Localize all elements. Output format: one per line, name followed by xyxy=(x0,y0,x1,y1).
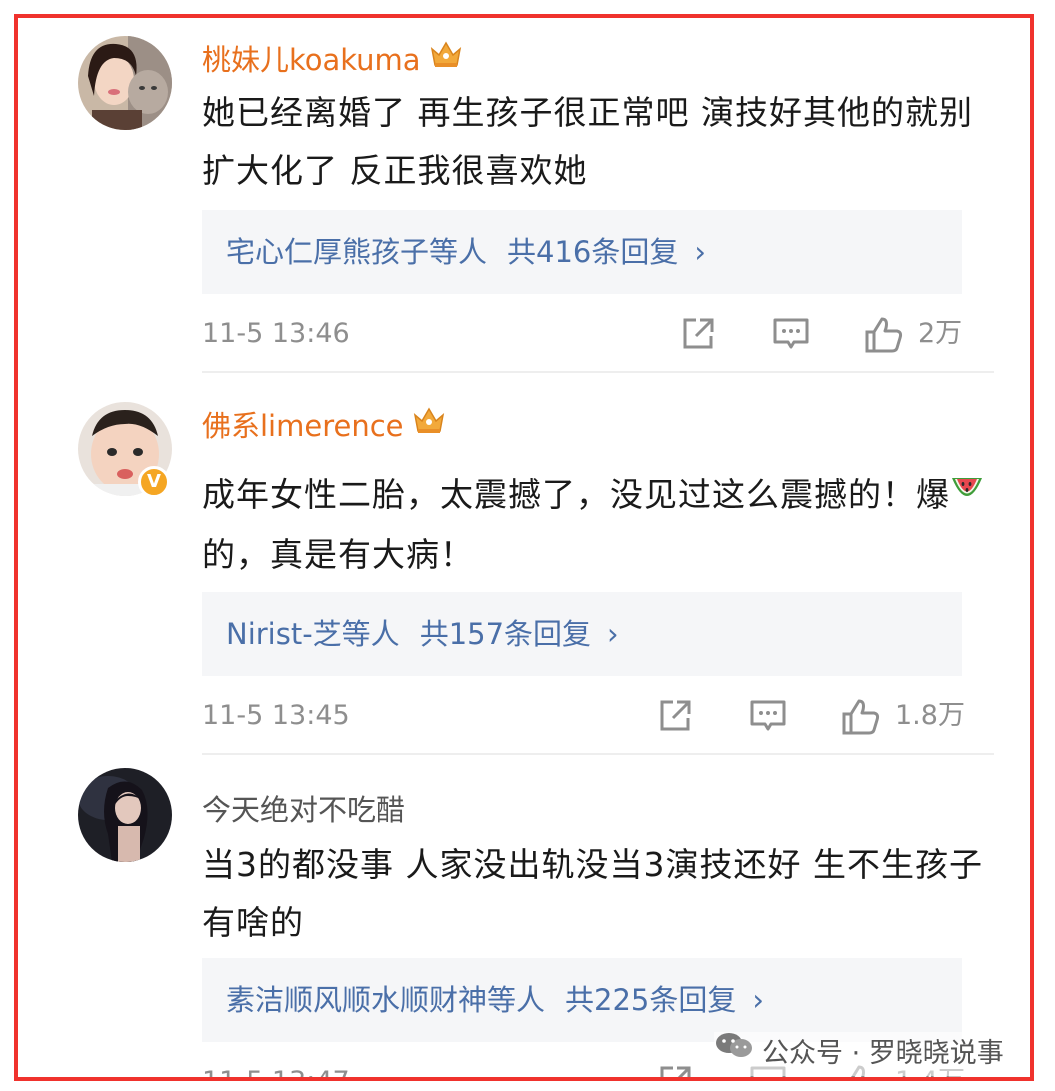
like-count: 2万 xyxy=(918,318,963,349)
username[interactable]: 桃妹儿koakuma xyxy=(202,40,463,82)
chevron-right-icon: › xyxy=(752,983,764,1017)
reply-count[interactable]: 共157条回复 xyxy=(420,617,591,651)
share-icon[interactable] xyxy=(657,698,693,738)
watermelon-icon xyxy=(950,464,984,522)
divider xyxy=(202,371,994,373)
crown-icon xyxy=(429,39,463,79)
watermark: 公众号 · 罗晓晓说事 xyxy=(714,1032,1008,1076)
like-count: 1.8万 xyxy=(895,700,965,731)
thumbs-up-icon[interactable] xyxy=(864,316,904,358)
reply-summary[interactable]: 素洁顺风顺水顺财神等人 共225条回复 › xyxy=(202,958,962,1042)
comment-meta: 11-5 13:46 2万 xyxy=(202,312,962,356)
reply-count[interactable]: 共225条回复 xyxy=(565,983,736,1017)
comment-text: 当3的都没事 人家没出轨没当3演技还好 生不生孩子有啥的 xyxy=(202,845,983,942)
timestamp: 11-5 13:45 xyxy=(202,700,350,731)
comment-icon[interactable] xyxy=(749,698,787,738)
avatar[interactable] xyxy=(78,768,172,862)
crown-icon xyxy=(412,405,446,445)
screenshot-frame: 桃妹儿koakuma 她已经离婚了 再生孩子很正常吧 演技好其他的就别扩大化了 … xyxy=(14,14,1034,1081)
wechat-icon xyxy=(714,1030,754,1074)
reply-users[interactable]: 素洁顺风顺水顺财神等人 xyxy=(226,983,545,1017)
comment-text-part: 的，真是有大病！ xyxy=(202,534,474,574)
reply-summary[interactable]: 宅心仁厚熊孩子等人 共416条回复 › xyxy=(202,210,962,294)
comment-text: 成年女性二胎，太震撼了，没见过这么震撼的！爆的，真是有大病！ xyxy=(202,466,992,584)
reply-count[interactable]: 共416条回复 xyxy=(507,235,678,269)
reply-users[interactable]: 宅心仁厚熊孩子等人 xyxy=(226,235,487,269)
avatar[interactable] xyxy=(78,36,172,130)
timestamp: 11-5 13:47 xyxy=(202,1060,350,1077)
divider xyxy=(202,753,994,755)
reply-users[interactable]: Nirist-芝等人 xyxy=(226,617,400,651)
comment-meta: 11-5 13:45 1.8万 xyxy=(202,694,965,740)
share-icon[interactable] xyxy=(680,316,716,356)
timestamp: 11-5 13:46 xyxy=(202,318,350,349)
watermark-text: 公众号 · 罗晓晓说事 xyxy=(762,1038,1004,1069)
reply-summary[interactable]: Nirist-芝等人 共157条回复 › xyxy=(202,592,962,676)
comment-text-part: 成年女性二胎，太震撼了，没见过这么震撼的！爆 xyxy=(202,475,950,514)
username-text[interactable]: 佛系limerence xyxy=(202,409,404,443)
verified-v-icon: V xyxy=(138,466,170,498)
chevron-right-icon: › xyxy=(607,617,619,651)
thumbs-up-icon[interactable] xyxy=(841,698,881,740)
username[interactable]: 今天绝对不吃醋 xyxy=(202,790,405,830)
comment-icon[interactable] xyxy=(772,316,810,356)
username[interactable]: 佛系limerence xyxy=(202,406,446,448)
chevron-right-icon: › xyxy=(694,235,706,269)
share-icon[interactable] xyxy=(657,1064,693,1077)
username-text[interactable]: 桃妹儿koakuma xyxy=(202,43,421,77)
comment-text: 她已经离婚了 再生孩子很正常吧 演技好其他的就别扩大化了 反正我很喜欢她 xyxy=(202,93,973,190)
